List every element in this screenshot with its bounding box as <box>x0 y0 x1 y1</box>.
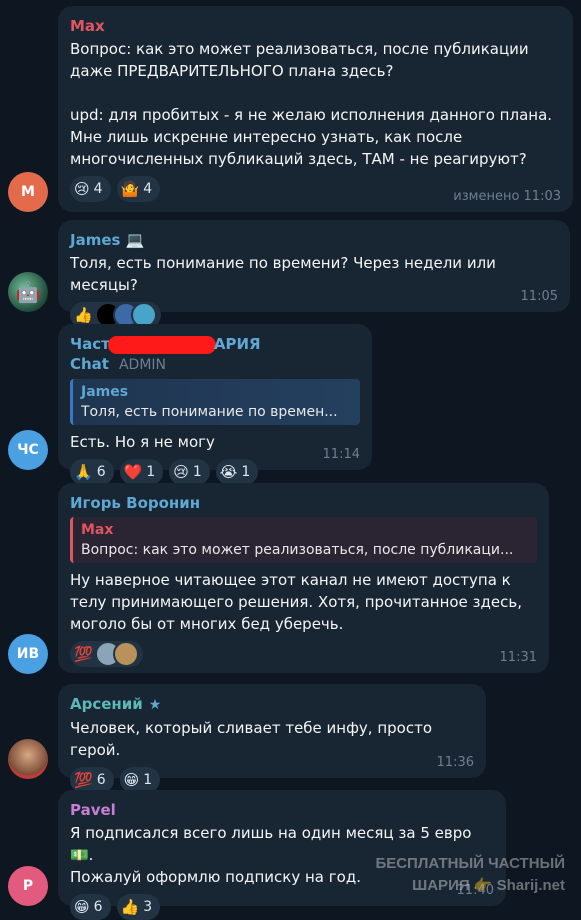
avatar[interactable]: P <box>8 866 48 906</box>
message-text: Толя, есть понимание по времени? Через н… <box>70 254 501 294</box>
watermark: БЕСПЛАТНЫЙ ЧАСТНЫЙ ШАРИЯ 👉 Sharij.net <box>375 853 565 897</box>
avatar-initials: P <box>22 878 34 894</box>
sender-name[interactable]: Max <box>70 16 561 36</box>
thumbs-up-icon: 👍 <box>120 898 140 916</box>
folded-hands-icon: 🙏 <box>74 463 93 481</box>
avatar[interactable]: ЧС <box>8 430 48 470</box>
heart-icon: ❤️ <box>123 463 143 481</box>
sender-name-prefix: Част <box>70 335 110 353</box>
message-time: 11:36 <box>436 755 474 770</box>
reactions: 😁 6 👍 3 <box>70 894 494 920</box>
avatar[interactable]: M <box>8 172 48 212</box>
reaction-count: 1 <box>241 464 251 480</box>
redaction-bar <box>107 335 216 354</box>
shrug-icon: 🤷 <box>120 180 140 198</box>
avatar-initials: M <box>21 184 35 200</box>
message-text: Есть. Но я не могу <box>70 433 215 451</box>
reaction-button[interactable]: 💯 <box>70 641 143 667</box>
reply-quote[interactable]: James Толя, есть понимание по времен... <box>70 379 360 425</box>
quote-text: Вопрос: как это может реализоваться, пос… <box>81 542 514 558</box>
loudly-crying-face-icon: 😭 <box>219 463 238 481</box>
grinning-face-icon: 😁 <box>123 771 140 789</box>
quote-sender: Max <box>81 522 114 538</box>
watermark-line-2: ШАРИЯ 👉 Sharij.net <box>412 877 565 894</box>
reactions: 🙏 6 ❤️ 1 😢 1 😭 1 <box>70 459 360 485</box>
reaction-count: 6 <box>96 772 106 788</box>
hundred-points-icon: 💯 <box>74 771 93 789</box>
sender-name[interactable]: James 💻 <box>70 230 558 250</box>
message-time: изменено 11:03 <box>453 189 561 204</box>
reaction-button[interactable]: 🤷 4 <box>116 176 161 202</box>
watermark-line-1: БЕСПЛАТНЫЙ ЧАСТНЫЙ <box>375 855 565 872</box>
sender-name[interactable]: Pavel <box>70 800 494 820</box>
reaction-count: 1 <box>192 464 202 480</box>
reactor-avatar <box>112 641 139 667</box>
sender-name-text: Арсений <box>70 695 143 713</box>
message-bubble[interactable]: Част АРИЯ Chat ADMIN James Толя, есть пони… <box>58 324 372 485</box>
admin-badge: ADMIN <box>118 357 167 373</box>
reaction-count: 4 <box>93 181 103 197</box>
sender-name[interactable]: Част АРИЯ Chat ADMIN <box>70 334 360 375</box>
message-bubble[interactable]: James 💻 Толя, есть понимание по времени?… <box>58 220 570 328</box>
robot-avatar-icon: 🤖 <box>15 280 41 304</box>
reaction-button[interactable]: 😢 4 <box>70 176 111 202</box>
star-icon: ★ <box>148 697 162 713</box>
reaction-button[interactable]: 🙏 6 <box>70 459 114 485</box>
quote-text: Толя, есть понимание по времен... <box>81 404 338 420</box>
avatar-initials: ИВ <box>16 646 40 662</box>
reaction-count: 1 <box>143 772 153 788</box>
crying-face-icon: 😢 <box>74 180 90 198</box>
message-text: Ну наверное читающее этот канал не имеют… <box>70 571 527 633</box>
avatar[interactable]: 🤖 <box>8 272 48 312</box>
avatar[interactable]: ИВ <box>8 634 48 674</box>
quote-sender: James <box>81 384 129 400</box>
message-bubble[interactable]: Игорь Воронин Max Вопрос: как это может … <box>58 483 549 673</box>
reaction-count: 6 <box>93 899 103 915</box>
reaction-count: 3 <box>143 899 153 915</box>
hundred-points-icon: 💯 <box>74 645 93 663</box>
message-time: 11:14 <box>322 447 360 462</box>
sender-name[interactable]: Арсений ★ <box>70 694 474 715</box>
reactions: 💯 <box>70 641 537 667</box>
avatar[interactable] <box>8 739 48 779</box>
reply-quote[interactable]: Max Вопрос: как это может реализоваться,… <box>70 517 537 563</box>
reaction-button[interactable]: 😁 6 <box>70 894 111 920</box>
grinning-face-icon: 😁 <box>74 898 90 916</box>
reaction-count: 6 <box>96 464 106 480</box>
reaction-button[interactable]: 👍 3 <box>116 894 161 920</box>
sender-name[interactable]: Игорь Воронин <box>70 493 537 513</box>
message-bubble[interactable]: Арсений ★ Человек, который сливает тебе и… <box>58 684 486 793</box>
reaction-count: 4 <box>143 181 153 197</box>
reaction-button[interactable]: ❤️ 1 <box>119 459 164 485</box>
message-bubble[interactable]: Max Вопрос: как это может реализоваться,… <box>58 6 573 212</box>
reaction-button[interactable]: 😢 1 <box>169 459 210 485</box>
message-time: 11:31 <box>499 650 537 665</box>
thumbs-up-icon: 👍 <box>74 306 93 324</box>
message-text: Человек, который сливает тебе инфу, прос… <box>70 719 437 759</box>
crying-face-icon: 😢 <box>173 463 189 481</box>
avatar-initials: ЧС <box>17 442 39 458</box>
message-text: Вопрос: как это может реализоваться, пос… <box>70 40 553 168</box>
reaction-count: 1 <box>146 464 156 480</box>
reaction-button[interactable]: 😭 1 <box>215 459 259 485</box>
message-time: 11:05 <box>520 289 558 304</box>
